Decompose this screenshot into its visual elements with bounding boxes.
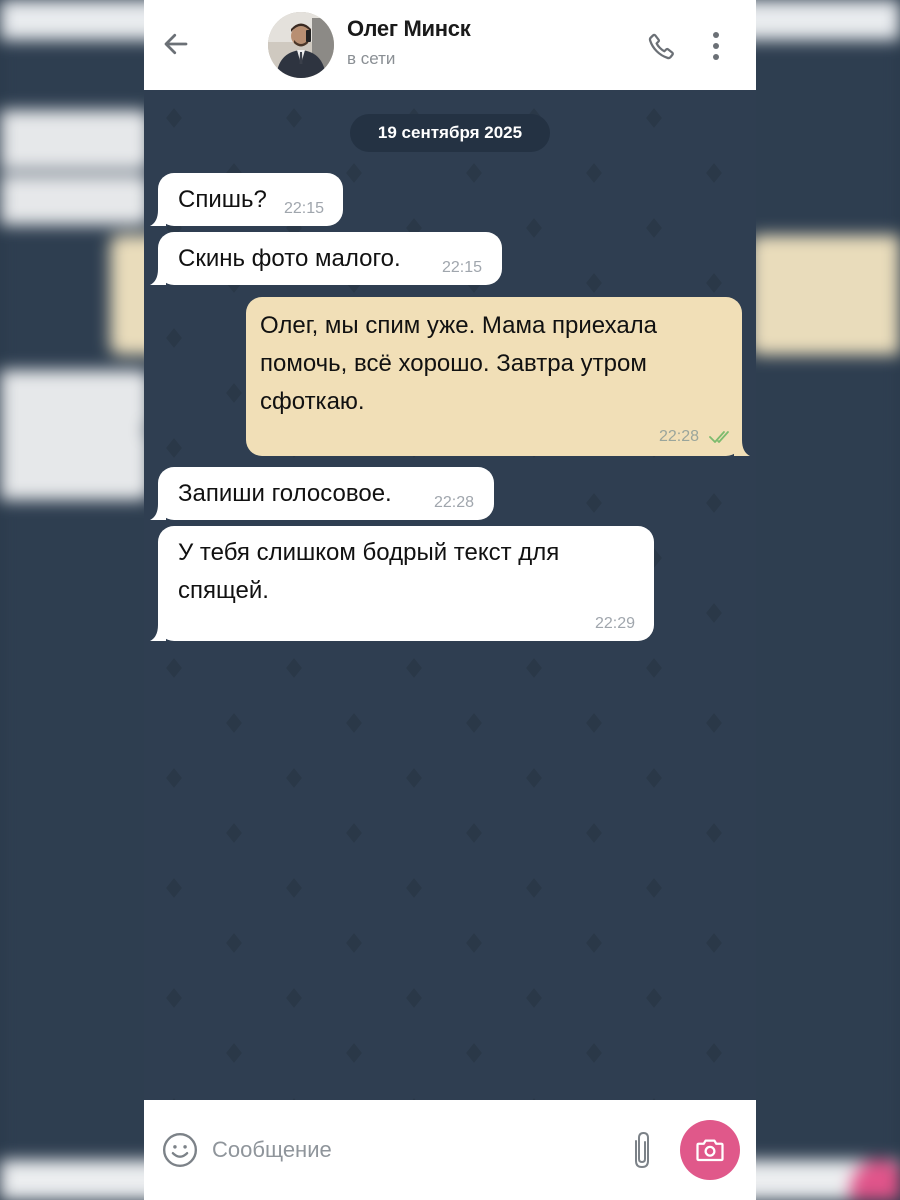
back-button[interactable] xyxy=(154,22,198,66)
read-checkmarks-icon xyxy=(709,431,729,443)
camera-button[interactable] xyxy=(680,1120,740,1180)
chat-header: Олег Минск в сети xyxy=(144,0,756,90)
message-time: 22:28 xyxy=(659,428,700,445)
message-text: У тебя слишком бодрый текст для спящей. xyxy=(178,539,560,604)
message-time: 22:29 xyxy=(595,615,636,632)
message-time: 22:15 xyxy=(284,200,325,217)
more-vertical-icon xyxy=(713,32,719,60)
camera-icon xyxy=(696,1139,724,1162)
date-separator: 19 сентября 2025 xyxy=(350,114,550,152)
avatar[interactable] xyxy=(268,12,334,78)
chat-screen: Олег Минск в сети 19 сентября 2025 Спишь… xyxy=(144,0,756,1200)
contact-name[interactable]: Олег Минск xyxy=(347,16,471,42)
call-button[interactable] xyxy=(640,24,684,68)
message-text: Запиши голосовое. xyxy=(178,480,392,507)
message-composer xyxy=(144,1100,756,1200)
phone-icon xyxy=(648,33,674,60)
message-time: 22:15 xyxy=(442,259,483,276)
message-text: Олег, мы спим уже. Мама приехала помочь,… xyxy=(260,312,658,415)
message-incoming[interactable]: Запиши голосовое. 22:28 xyxy=(150,467,494,520)
message-time: 22:28 xyxy=(434,494,475,511)
message-list[interactable]: 19 сентября 2025 Спишь? 22:15 Скинь фото… xyxy=(144,90,756,1100)
message-incoming[interactable]: Скинь фото малого. 22:15 xyxy=(150,232,502,285)
attach-button[interactable] xyxy=(620,1126,664,1174)
arrow-left-icon xyxy=(164,33,188,55)
message-incoming[interactable]: Спишь? 22:15 xyxy=(150,173,343,226)
contact-status: в сети xyxy=(347,49,396,68)
message-incoming[interactable]: У тебя слишком бодрый текст для спящей. … xyxy=(150,526,654,641)
message-outgoing[interactable]: Олег, мы спим уже. Мама приехала помочь,… xyxy=(246,297,750,456)
smiley-icon xyxy=(162,1132,198,1168)
message-input[interactable] xyxy=(212,1130,592,1170)
more-menu-button[interactable] xyxy=(696,24,736,68)
emoji-button[interactable] xyxy=(158,1128,202,1172)
message-text: Скинь фото малого. xyxy=(178,245,401,272)
paperclip-icon xyxy=(635,1131,649,1169)
